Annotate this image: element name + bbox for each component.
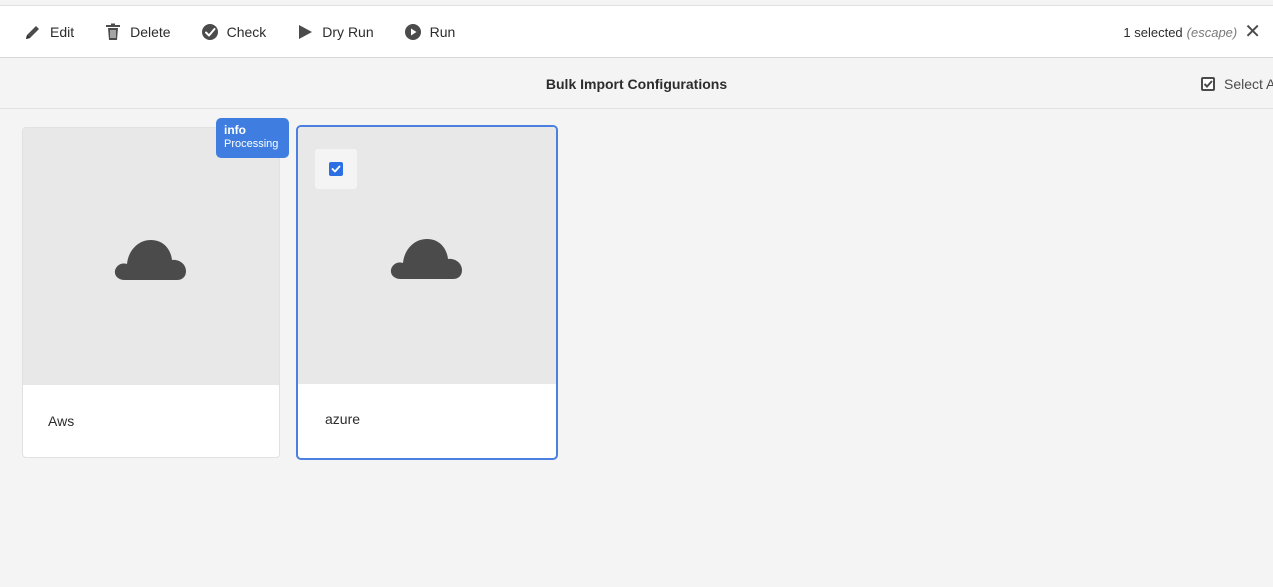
pencil-icon xyxy=(26,25,39,39)
select-all-checkbox-icon xyxy=(1201,77,1215,91)
selection-info: 1 selected (escape) ✕ xyxy=(1123,6,1261,58)
dry-run-label: Dry Run xyxy=(322,23,374,40)
edit-button[interactable]: Edit xyxy=(24,6,74,58)
card-title: azure xyxy=(325,411,361,427)
badge-title: info xyxy=(224,123,246,137)
card-select-checkbox[interactable] xyxy=(315,149,357,189)
edit-label: Edit xyxy=(50,23,75,40)
page-title: Bulk Import Configurations xyxy=(545,75,728,92)
badge-status: Processing xyxy=(224,138,279,150)
checkbox-checked xyxy=(329,162,343,176)
check-circle-icon xyxy=(201,23,218,40)
select-all-label: Select All xyxy=(1224,76,1273,92)
selection-count: 1 selected xyxy=(1123,24,1183,40)
config-card-aws[interactable]: Aws xyxy=(22,127,280,458)
close-icon[interactable]: ✕ xyxy=(1244,22,1261,42)
run-label: Run xyxy=(429,23,456,40)
config-card-azure[interactable]: azure xyxy=(296,125,558,460)
delete-label: Delete xyxy=(130,23,171,40)
card-title: Aws xyxy=(48,413,75,429)
select-all-button[interactable]: Select All xyxy=(1200,59,1273,109)
check-button[interactable]: Check xyxy=(201,6,267,58)
dry-run-button[interactable]: Dry Run xyxy=(296,6,374,58)
play-icon xyxy=(299,24,313,39)
card-thumbnail xyxy=(23,128,279,385)
action-bar: Edit Delete Check Dry Run Run 1 selected… xyxy=(0,6,1273,58)
escape-hint: (escape) xyxy=(1186,24,1238,40)
check-label: Check xyxy=(226,23,267,40)
cloud-icon xyxy=(390,238,462,279)
trash-icon xyxy=(106,23,121,40)
delete-button[interactable]: Delete xyxy=(104,6,171,58)
play-circle-icon xyxy=(404,23,421,40)
cloud-icon xyxy=(114,239,186,280)
status-badge: info Processing xyxy=(216,118,289,158)
checkmark-icon xyxy=(331,165,341,173)
title-bar: Bulk Import Configurations Select All xyxy=(0,59,1273,109)
run-button[interactable]: Run xyxy=(404,6,456,58)
